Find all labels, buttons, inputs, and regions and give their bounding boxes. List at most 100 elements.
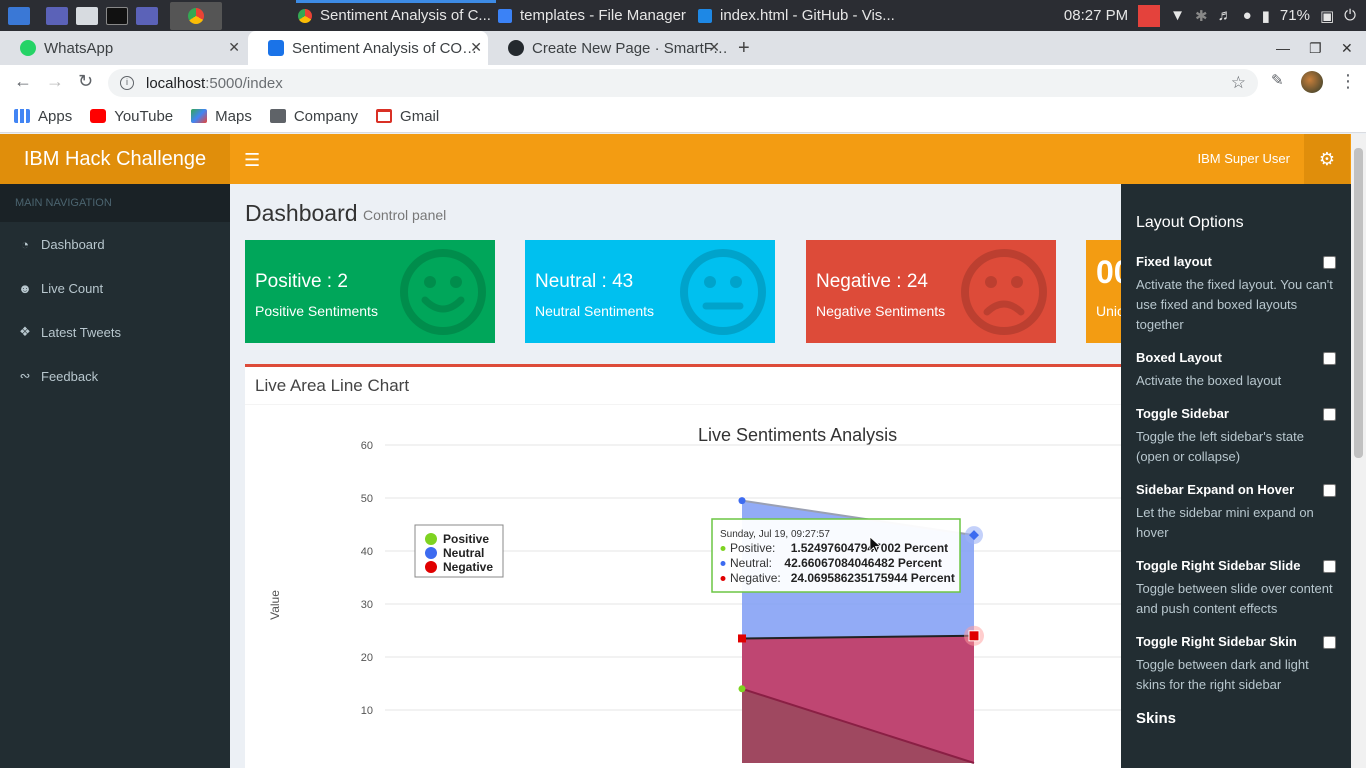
chrome-taskbar-icon[interactable] <box>170 1 222 30</box>
tooltip-value: 1.524976047947002 Percent <box>791 541 948 555</box>
option-description: Activate the boxed layout <box>1136 373 1282 388</box>
new-tab-button[interactable]: + <box>738 37 750 60</box>
option-fixed-layout: Fixed layout Activate the fixed layout. … <box>1136 254 1336 335</box>
y-tick-label: 10 <box>361 705 373 717</box>
layout-options-title: Layout Options <box>1136 214 1244 231</box>
close-icon[interactable]: ✕ <box>470 39 482 56</box>
sidebar-item-feedback[interactable]: ∾ Feedback <box>0 354 230 398</box>
page-scrollbar[interactable] <box>1351 134 1366 768</box>
content-wrapper: Dashboard Control panel Positive : 2 Pos… <box>230 184 1122 768</box>
option-boxed-layout: Boxed Layout Activate the boxed layout <box>1136 350 1336 391</box>
twitter-icon: ❖ <box>19 324 31 339</box>
box-subtitle: Positive Sentiments <box>255 303 378 319</box>
workspace-icon[interactable] <box>46 6 68 25</box>
tab-whatsapp[interactable]: WhatsApp ✕ <box>0 31 246 65</box>
tooltip-marker <box>720 576 726 581</box>
gears-icon[interactable]: ⚙ <box>1304 134 1350 184</box>
bookmark-star-icon[interactable]: ☆ <box>1231 73 1246 93</box>
lock-icon[interactable]: ▣ <box>1320 7 1334 25</box>
y-axis-label: Value <box>268 590 282 620</box>
maximize-icon[interactable]: ❐ <box>1309 31 1322 65</box>
tab-title: Create New Page · SmartF… <box>532 39 726 57</box>
toggle-sidebar-checkbox[interactable] <box>1323 408 1336 421</box>
dashboard-icon: ◔ <box>21 236 29 252</box>
user-menu[interactable]: IBM Super User <box>1198 151 1290 166</box>
bookmark-youtube[interactable]: YouTube <box>90 108 173 125</box>
github-icon <box>508 40 524 56</box>
area-chart[interactable]: 102030405060ValuePositiveNeutralNegative… <box>245 405 1122 768</box>
expand-on-hover-checkbox[interactable] <box>1323 484 1336 497</box>
bookmark-maps[interactable]: Maps <box>191 108 252 125</box>
legend-label: Negative <box>443 560 493 574</box>
option-description: Let the sidebar mini expand on hover <box>1136 505 1314 540</box>
rss-icon: ∾ <box>19 368 31 383</box>
scrollbar-thumb[interactable] <box>1354 148 1363 458</box>
tooltip-date: Sunday, Jul 19, 09:27:57 <box>720 529 830 540</box>
bookmark-company[interactable]: Company <box>269 108 358 125</box>
youtube-icon <box>90 109 107 123</box>
extensions-icon[interactable]: ✎ <box>1271 71 1284 89</box>
vscode-icon <box>698 8 712 23</box>
panel-title: Live Area Line Chart <box>245 367 1122 405</box>
window-close-icon[interactable]: ✕ <box>1341 31 1353 65</box>
positive-box: Positive : 2 Positive Sentiments <box>245 240 495 343</box>
sidebar-toggle-icon[interactable]: ☰ <box>244 150 260 171</box>
option-right-sidebar-slide: Toggle Right Sidebar Slide Toggle betwee… <box>1136 558 1336 619</box>
menu-icon[interactable]: ⋮ <box>1339 71 1357 92</box>
file-manager-icon[interactable] <box>76 6 98 25</box>
option-description: Toggle between slide over content and pu… <box>1136 581 1333 616</box>
folder-icon <box>498 8 512 23</box>
tab-github[interactable]: Create New Page · SmartF… ✕ <box>488 31 726 65</box>
notification-icon[interactable]: ● <box>1243 7 1252 24</box>
option-expand-on-hover: Sidebar Expand on Hover Let the sidebar … <box>1136 482 1336 543</box>
sidebar-item-live-count[interactable]: ☻ Live Count <box>0 266 230 310</box>
tab-sentiment[interactable]: Sentiment Analysis of CO… ✕ <box>248 31 488 65</box>
option-title: Boxed Layout <box>1136 350 1222 365</box>
battery-icon[interactable]: ▮ <box>1262 7 1270 25</box>
right-sidebar-skin-checkbox[interactable] <box>1323 636 1336 649</box>
close-icon[interactable]: ✕ <box>228 39 240 56</box>
screen-recorder-icon[interactable] <box>136 6 158 25</box>
option-title: Toggle Right Sidebar Slide <box>1136 558 1301 573</box>
option-description: Toggle the left sidebar's state (open or… <box>1136 429 1304 464</box>
taskbar-window-files[interactable]: templates - File Manager <box>498 0 686 31</box>
url-field[interactable]: i localhost:5000/index ☆ <box>108 69 1258 97</box>
site-info-icon[interactable]: i <box>120 76 134 90</box>
browser-tabbar: WhatsApp ✕ Sentiment Analysis of CO… ✕ C… <box>0 31 1366 65</box>
profile-avatar[interactable] <box>1301 71 1323 93</box>
site-favicon-icon <box>268 40 284 56</box>
unique-box: 00 Unic <box>1086 240 1122 343</box>
bookmarks-bar: Apps YouTube Maps Company Gmail <box>0 100 1366 133</box>
tooltip-marker <box>720 546 726 551</box>
address-bar: ← → ↻ i localhost:5000/index ☆ ✎ ⋮ <box>0 65 1366 100</box>
reload-icon[interactable]: ↻ <box>78 71 93 92</box>
right-sidebar-slide-checkbox[interactable] <box>1323 560 1336 573</box>
taskbar-window-vscode[interactable]: index.html - GitHub - Vis... <box>698 0 895 31</box>
back-icon[interactable]: ← <box>14 71 32 92</box>
close-icon[interactable]: ✕ <box>708 39 720 56</box>
box-title: Positive : 2 <box>255 271 348 292</box>
negative-point <box>968 630 980 642</box>
wifi-icon[interactable]: ▼ <box>1170 7 1185 24</box>
bookmark-gmail[interactable]: Gmail <box>376 108 439 125</box>
forward-icon[interactable]: → <box>46 71 64 92</box>
launcher-icon[interactable] <box>8 6 30 25</box>
power-icon[interactable]: ⏻ <box>1344 7 1356 24</box>
clock[interactable]: 08:27 PM <box>1064 7 1128 24</box>
taskbar-window-browser[interactable]: Sentiment Analysis of C... <box>298 0 491 31</box>
tooltip-marker <box>720 561 726 566</box>
minimize-icon[interactable]: — <box>1276 31 1290 65</box>
page-subtitle: Control panel <box>363 207 447 223</box>
bookmark-apps[interactable]: Apps <box>14 108 72 125</box>
bluetooth-icon[interactable]: ✱ <box>1195 7 1208 25</box>
boxed-layout-checkbox[interactable] <box>1323 352 1336 365</box>
anydesk-icon[interactable] <box>1138 4 1161 27</box>
volume-icon[interactable]: ♬ <box>1218 7 1233 24</box>
terminal-icon[interactable] <box>106 6 128 25</box>
sidebar-item-dashboard[interactable]: ◔ Dashboard <box>0 222 230 266</box>
app-logo[interactable]: IBM Hack Challenge <box>0 134 230 184</box>
fixed-layout-checkbox[interactable] <box>1323 256 1336 269</box>
box-title: 00 <box>1096 254 1122 290</box>
y-tick-label: 50 <box>361 493 373 505</box>
sidebar-item-latest-tweets[interactable]: ❖ Latest Tweets <box>0 310 230 354</box>
